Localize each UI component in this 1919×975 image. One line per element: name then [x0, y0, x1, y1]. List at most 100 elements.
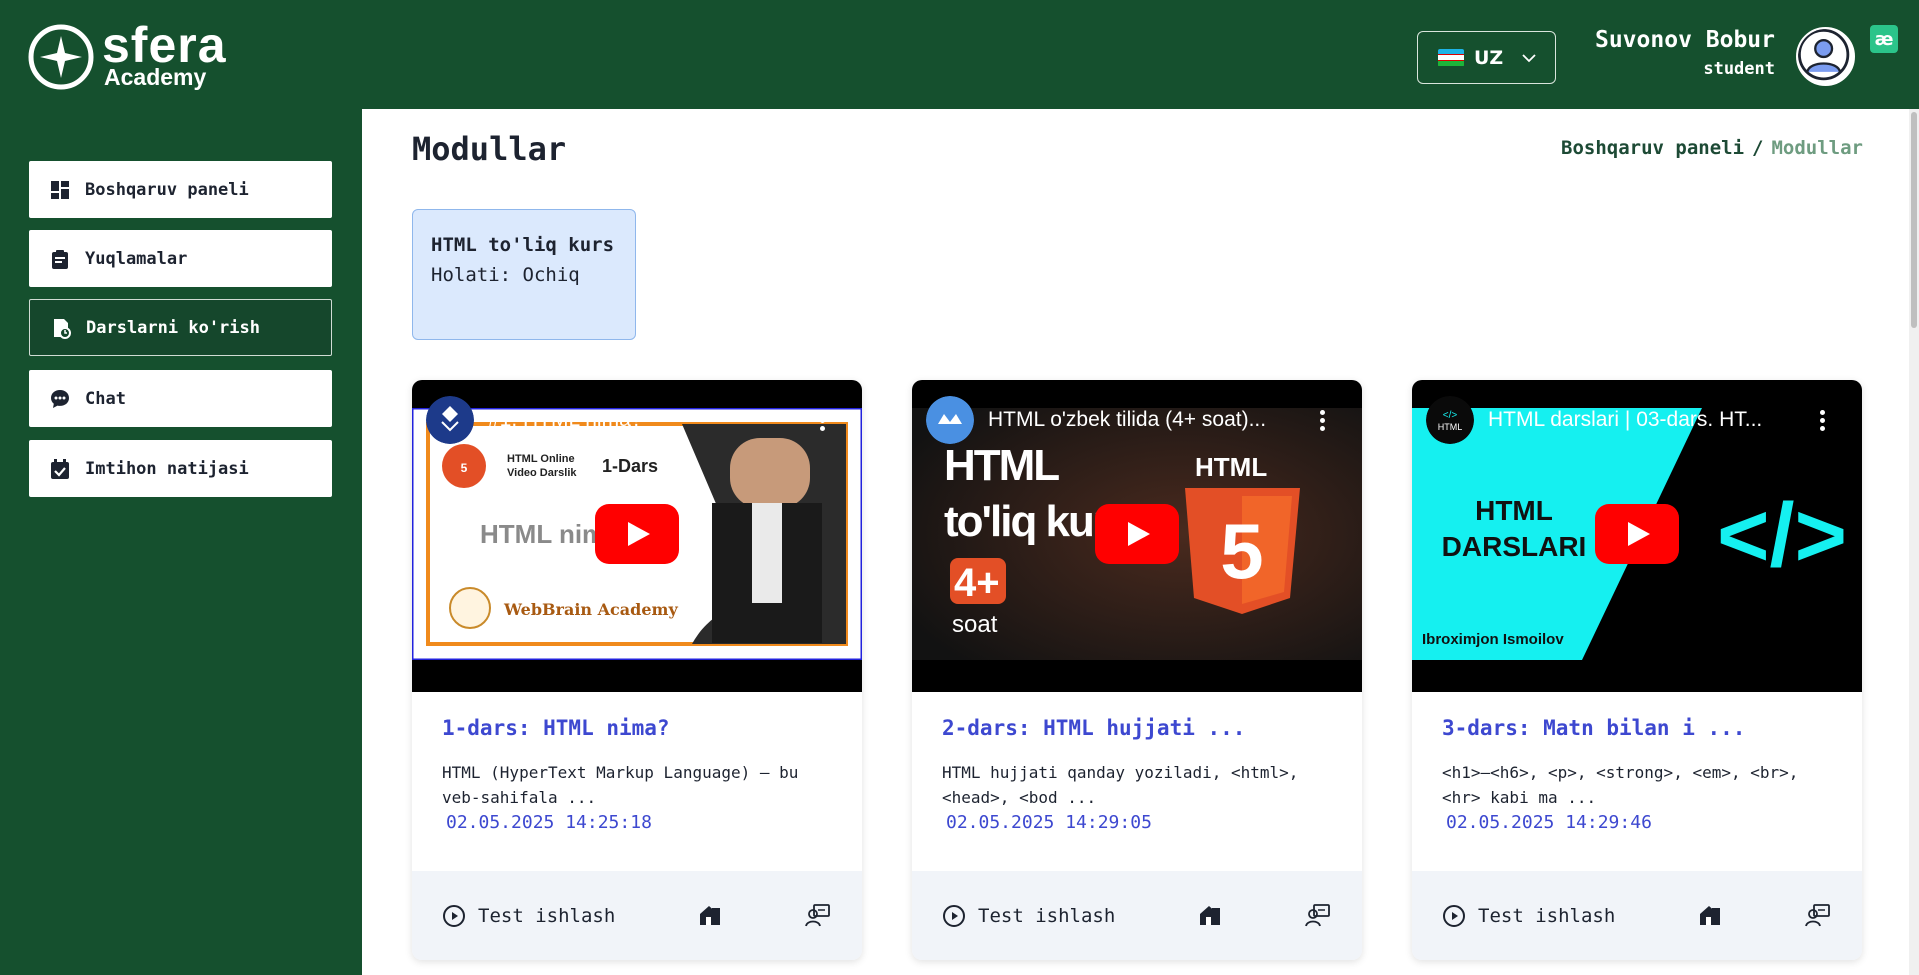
module-card[interactable]: HTML to'liq kurs Holati: Ochiq [412, 209, 636, 340]
lesson-card-footer: Test ishlash [912, 871, 1362, 960]
sidebar-item-chat[interactable]: Chat [29, 370, 332, 427]
video-title[interactable]: HTML darslari | 03-dars. HT... [1488, 408, 1808, 432]
test-button[interactable]: Test ishlash [942, 904, 1115, 928]
breadcrumb-current: Modullar [1771, 137, 1863, 159]
lesson-title[interactable]: 2-dars: HTML hujjati ... [942, 716, 1342, 740]
module-title: HTML to'liq kurs [431, 234, 615, 256]
lesson-card-body: 1-dars: HTML nima? HTML (HyperText Marku… [442, 716, 842, 833]
brand-name: sfera [102, 16, 227, 73]
video-thumbnail[interactable]: 5 HTML Online Video Darslik 1-Dars HTML … [412, 380, 862, 692]
youtube-header: </> HTML HTML darslari | 03-dars. HT... [1412, 380, 1862, 460]
lesson-description: <h1>—<h6>, <p>, <strong>, <em>, <br>, <h… [1442, 763, 1799, 807]
channel-avatar-icon[interactable] [426, 396, 474, 444]
lesson-icon [54, 318, 71, 339]
user-name: Suvonov Bobur [1594, 27, 1775, 53]
user-role: student [1703, 59, 1775, 79]
svg-text:</>: </> [1443, 410, 1458, 421]
calendar-check-icon [51, 458, 69, 479]
thumb-text: </> [1717, 486, 1847, 586]
play-circle-icon [1443, 904, 1465, 927]
thumb-text: soat [952, 611, 998, 638]
thumb-text: Ibroximjon Ismoilov [1422, 631, 1564, 648]
youtube-header: #1. HTML nima? [412, 380, 862, 460]
lesson-card-footer: Test ishlash [1412, 871, 1862, 960]
lesson-card-body: 2-dars: HTML hujjati ... HTML hujjati qa… [942, 716, 1342, 833]
lesson-title[interactable]: 1-dars: HTML nima? [442, 716, 842, 740]
sidebar-item-label: Boshqaruv paneli [85, 179, 249, 200]
test-button-label: Test ishlash [1478, 904, 1616, 927]
more-options-icon[interactable] [1820, 410, 1826, 434]
lesson-card-body: 3-dars: Matn bilan i ... <h1>—<h6>, <p>,… [1442, 716, 1842, 833]
play-icon[interactable] [595, 504, 679, 564]
discussion-icon[interactable] [1805, 902, 1831, 928]
homework-icon[interactable] [1698, 902, 1724, 928]
lesson-card: HTML to'liq kurs HTML 5 4+ soat HTML o'z… [912, 380, 1362, 960]
discussion-icon[interactable] [805, 902, 831, 928]
test-button-label: Test ishlash [978, 904, 1116, 927]
scrollbar-thumb[interactable] [1911, 112, 1917, 328]
test-button[interactable]: Test ishlash [1442, 904, 1615, 928]
sidebar-item-lessons[interactable]: Darslarni ko'rish [29, 299, 332, 356]
top-bar: sfera Academy UZ Suvonov Bobur student æ [0, 0, 1919, 109]
more-options-icon[interactable] [1320, 410, 1326, 434]
channel-avatar-icon[interactable] [926, 396, 974, 444]
user-info[interactable]: Suvonov Bobur student [1595, 27, 1775, 79]
sidebar-item-label: Yuqlamalar [85, 248, 188, 269]
play-icon[interactable] [1595, 504, 1679, 564]
sidebar-item-label: Darslarni ko'rish [86, 317, 260, 338]
main-content: Modullar Boshqaruv paneli / Modullar HTML … [362, 109, 1909, 975]
video-title[interactable]: #1. HTML nima? [488, 408, 808, 432]
svg-text:5: 5 [461, 461, 468, 475]
lesson-card: HTML DARSLARI Ibroximjon Ismoilov </> </… [1412, 380, 1862, 960]
module-status: Holati: Ochiq [431, 264, 580, 286]
lesson-title[interactable]: 3-dars: Matn bilan i ... [1442, 716, 1842, 740]
thumb-text: HTML [1475, 495, 1553, 526]
sidebar-item-label: Chat [85, 388, 126, 409]
lesson-card-footer: Test ishlash [412, 871, 862, 960]
homework-icon[interactable] [698, 902, 724, 928]
page-title: Modullar [412, 130, 567, 168]
discussion-icon[interactable] [1305, 902, 1331, 928]
video-thumbnail[interactable]: HTML to'liq kurs HTML 5 4+ soat HTML o'z… [912, 380, 1362, 692]
extension-badge[interactable]: æ [1870, 25, 1898, 53]
user-avatar-icon [1798, 29, 1850, 81]
sidebar-item-assignments[interactable]: Yuqlamalar [29, 230, 332, 287]
language-select[interactable]: UZ [1417, 31, 1556, 84]
avatar[interactable] [1796, 27, 1855, 86]
sidebar-item-dashboard[interactable]: Boshqaruv paneli [29, 161, 332, 218]
test-button-label: Test ishlash [478, 904, 616, 927]
test-button[interactable]: Test ishlash [442, 904, 615, 928]
sidebar-item-exam-results[interactable]: Imtihon natijasi [29, 440, 332, 497]
play-circle-icon [443, 904, 465, 927]
more-options-icon[interactable] [820, 410, 826, 434]
breadcrumb-home[interactable]: Boshqaruv paneli [1561, 137, 1744, 159]
lesson-description: HTML hujjati qanday yoziladi, <html>, <h… [942, 763, 1299, 807]
play-circle-icon [943, 904, 965, 927]
lesson-card: 5 HTML Online Video Darslik 1-Dars HTML … [412, 380, 862, 960]
play-icon[interactable] [1095, 504, 1179, 564]
chevron-down-icon [1522, 53, 1536, 62]
thumb-text: Video Darslik [507, 467, 577, 479]
brand-logo[interactable]: sfera Academy [28, 20, 227, 90]
uz-flag-icon [1438, 48, 1464, 67]
thumb-text: 4+ [954, 561, 1000, 605]
lesson-date: 02.05.2025 14:25:18 [446, 812, 652, 833]
youtube-header: HTML o'zbek tilida (4+ soat)... [912, 380, 1362, 460]
chat-icon [51, 389, 69, 408]
homework-icon[interactable] [1198, 902, 1224, 928]
lesson-date: 02.05.2025 14:29:05 [946, 812, 1152, 833]
dashboard-icon [51, 180, 69, 199]
thumb-text: WebBrain Academy [503, 600, 678, 619]
svg-text:HTML: HTML [1438, 422, 1463, 432]
breadcrumb-separator: / [1752, 137, 1764, 159]
lesson-date: 02.05.2025 14:29:46 [1446, 812, 1652, 833]
sidebar: Boshqaruv paneli Yuqlamalar Darslarni ko… [0, 109, 362, 975]
breadcrumb: Boshqaruv paneli / Modullar [1561, 137, 1863, 159]
thumb-text: DARSLARI [1442, 531, 1587, 562]
sidebar-item-label: Imtihon natijasi [85, 458, 249, 479]
lesson-description: HTML (HyperText Markup Language) – bu ve… [442, 763, 799, 807]
channel-avatar-icon[interactable]: </>HTML [1426, 396, 1474, 444]
video-title[interactable]: HTML o'zbek tilida (4+ soat)... [988, 408, 1308, 432]
clipboard-icon [52, 249, 68, 269]
video-thumbnail[interactable]: HTML DARSLARI Ibroximjon Ismoilov </> </… [1412, 380, 1862, 692]
